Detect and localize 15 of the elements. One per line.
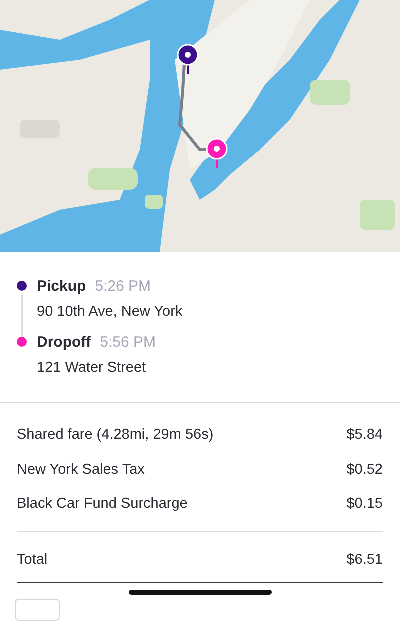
stop-label: Pickup bbox=[37, 278, 86, 295]
fare-amount: $0.52 bbox=[346, 462, 383, 480]
button-outline[interactable] bbox=[15, 599, 60, 621]
stop-address: 121 Water Street bbox=[37, 360, 148, 376]
stop-time: 5:26 PM bbox=[95, 278, 152, 295]
fare-label: Black Car Fund Surcharge bbox=[17, 496, 188, 514]
fare-amount: $5.84 bbox=[346, 427, 383, 445]
stop-label: Dropoff bbox=[37, 334, 92, 351]
stop-address: 90 10th Ave, New York bbox=[37, 304, 183, 320]
total-amount: $6.51 bbox=[346, 552, 383, 570]
total-label: Total bbox=[17, 552, 48, 570]
fare-amount: $0.15 bbox=[346, 496, 383, 514]
fare-label: Shared fare (4.28mi, 29m 56s) bbox=[17, 427, 214, 445]
fare-label: New York Sales Tax bbox=[17, 462, 145, 480]
stop-time: 5:56 PM bbox=[100, 334, 156, 351]
